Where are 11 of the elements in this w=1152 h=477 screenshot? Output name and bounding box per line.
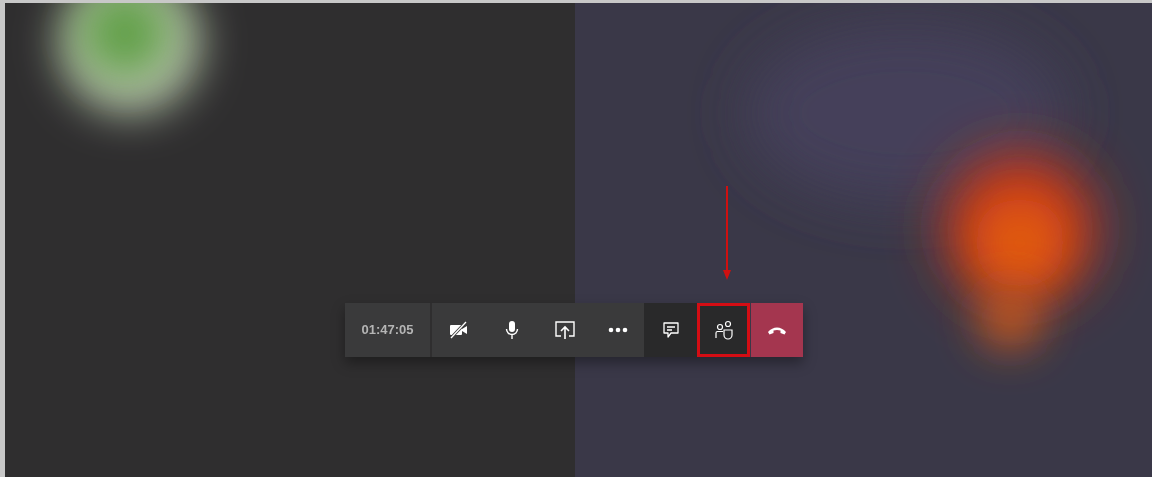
chat-button[interactable] — [644, 303, 697, 357]
more-options-icon — [607, 327, 628, 333]
participants-button[interactable] — [697, 303, 750, 357]
chat-icon — [661, 321, 680, 339]
call-timer: 01:47:05 — [345, 303, 430, 357]
camera-off-icon — [448, 321, 469, 339]
hang-up-icon — [767, 325, 787, 335]
share-screen-icon — [553, 320, 576, 340]
camera-button[interactable] — [432, 303, 485, 357]
microphone-icon — [504, 320, 519, 340]
people-icon — [713, 320, 734, 340]
